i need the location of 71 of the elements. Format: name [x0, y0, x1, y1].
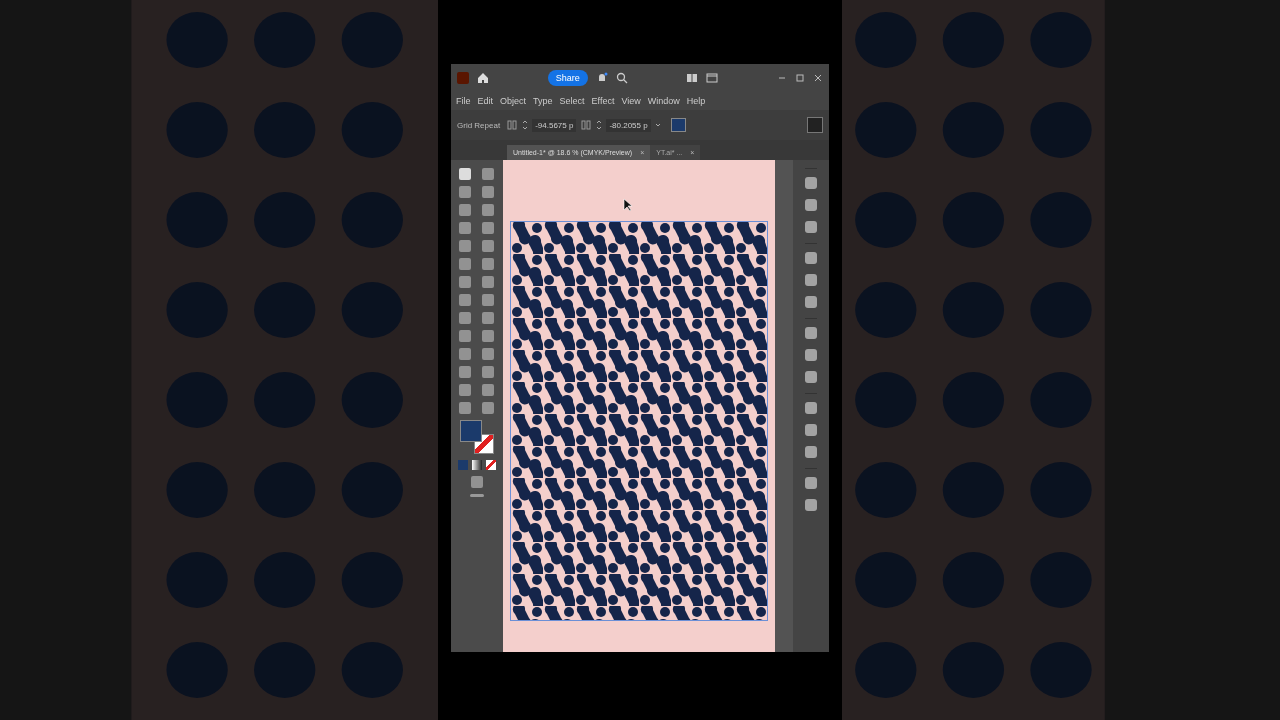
layout-icon[interactable] [686, 72, 699, 84]
menu-item[interactable]: Window [647, 96, 680, 106]
tool-icon[interactable] [482, 186, 494, 198]
spacing-icon [580, 119, 593, 131]
none-icon[interactable] [486, 460, 496, 470]
tool-icon[interactable] [482, 348, 494, 360]
panel-icon[interactable] [706, 72, 719, 84]
tool-icon[interactable] [459, 204, 471, 216]
fill-stroke-drawing[interactable] [460, 420, 494, 454]
panel-icon[interactable] [805, 296, 817, 308]
tool-icon[interactable] [482, 330, 494, 342]
tool-icon[interactable] [459, 312, 471, 324]
input-field[interactable]: -80.2055 p [606, 118, 651, 132]
tool-icon[interactable] [459, 222, 471, 234]
tool-icon[interactable] [482, 240, 494, 252]
panel-icon[interactable] [805, 477, 817, 489]
panel-icon[interactable] [805, 424, 817, 436]
menu-item[interactable]: File [456, 96, 471, 106]
tool-icon[interactable] [459, 258, 471, 270]
menu-item[interactable]: Select [559, 96, 585, 106]
spacing-icon [506, 119, 519, 131]
color-swatch[interactable] [670, 118, 686, 132]
tool-icon[interactable] [459, 330, 471, 342]
menu-item[interactable]: Type [533, 96, 553, 106]
tool-icon[interactable] [459, 366, 471, 378]
panel-icon[interactable] [805, 252, 817, 264]
tool-icon[interactable] [482, 168, 494, 180]
tool-icon[interactable] [482, 294, 494, 306]
tool-icon[interactable] [482, 258, 494, 270]
tool-icon[interactable] [482, 276, 494, 288]
home-icon[interactable] [477, 72, 489, 84]
menu-item[interactable]: View [621, 96, 641, 106]
tool-icon[interactable] [459, 294, 471, 306]
app-logo-icon [457, 72, 469, 84]
close-icon[interactable] [813, 73, 823, 83]
gradient-icon[interactable] [472, 460, 482, 470]
panel-icon[interactable] [805, 177, 817, 189]
menu-item[interactable]: Edit [477, 96, 494, 106]
panel-icon[interactable] [805, 221, 817, 233]
panel-icon[interactable] [805, 327, 817, 339]
tool-icon[interactable] [459, 402, 471, 414]
tool-icon[interactable] [482, 384, 494, 396]
menu-item[interactable]: Effect [591, 96, 615, 106]
input-field[interactable]: -94.5675 p [532, 118, 577, 132]
tool-icon[interactable] [482, 366, 494, 378]
search-icon[interactable] [615, 72, 628, 84]
panel-icon[interactable] [805, 199, 817, 211]
tool-icon[interactable] [459, 384, 471, 396]
tool-icon[interactable] [482, 222, 494, 234]
maximize-icon[interactable] [795, 73, 805, 83]
tool-icon[interactable] [459, 186, 471, 198]
panel-icon[interactable] [805, 371, 817, 383]
stepper-icon[interactable] [596, 119, 603, 131]
tool-icon[interactable] [482, 204, 494, 216]
panel-icon[interactable] [805, 402, 817, 414]
panel-icon[interactable] [805, 349, 817, 361]
tool-icon[interactable] [459, 276, 471, 288]
stepper-icon[interactable] [522, 119, 529, 131]
menu-item[interactable]: Object [500, 96, 527, 106]
tool-icon[interactable] [482, 402, 494, 414]
tool-icon[interactable] [459, 168, 471, 180]
share-button[interactable]: Share [547, 70, 588, 86]
panel-icon[interactable] [805, 446, 817, 458]
menu-item[interactable]: Help [686, 96, 706, 106]
tool-icon[interactable] [459, 348, 471, 360]
cursor-icon [623, 198, 633, 212]
tool-icon[interactable] [459, 240, 471, 252]
panel-icon[interactable] [805, 499, 817, 511]
control-label: Grid Repeat [457, 120, 501, 130]
panel-icon[interactable] [805, 274, 817, 286]
tool-icon[interactable] [482, 312, 494, 324]
